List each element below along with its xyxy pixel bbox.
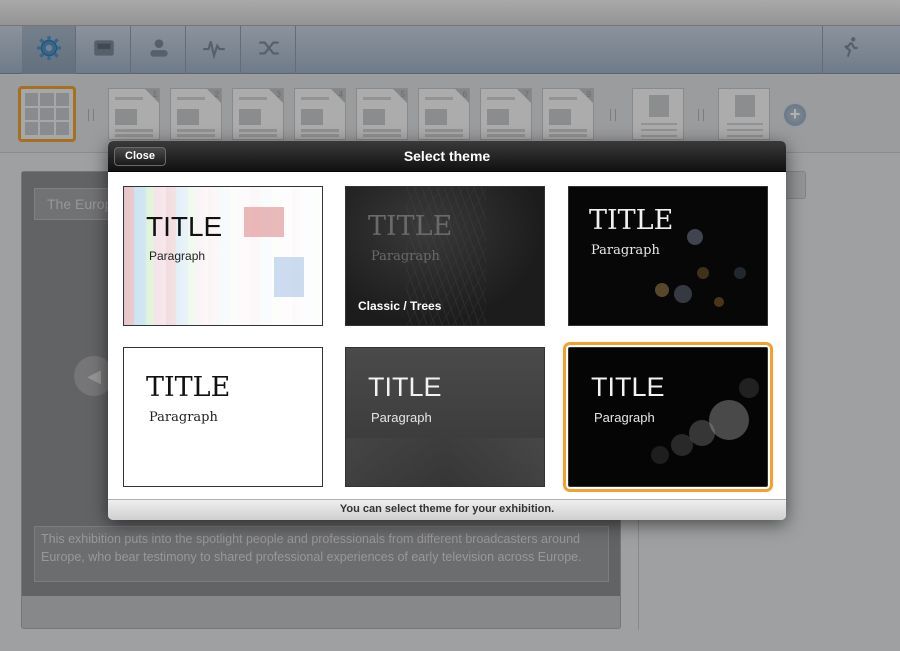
select-theme-dialog: Close Select theme TITLE Paragraph TITLE… [108, 141, 786, 520]
theme-option[interactable]: TITLE Paragraph [123, 186, 323, 326]
theme-option-selected[interactable]: TITLE Paragraph [563, 342, 773, 492]
theme-title: TITLE [591, 372, 665, 402]
theme-title: TITLE [368, 372, 442, 402]
theme-title: TITLE [146, 372, 231, 403]
theme-paragraph: Paragraph [149, 249, 206, 263]
theme-paragraph: Paragraph [371, 410, 432, 425]
theme-option[interactable]: TITLE Paragraph [568, 186, 768, 326]
theme-title: TITLE [368, 211, 453, 242]
theme-caption: Classic / Trees [358, 299, 442, 313]
theme-option[interactable]: TITLE Paragraph [345, 347, 545, 487]
theme-paragraph: Paragraph [591, 243, 660, 258]
theme-paragraph: Paragraph [149, 410, 218, 425]
theme-paragraph: Paragraph [594, 410, 655, 425]
theme-title: TITLE [146, 211, 223, 242]
theme-title: TITLE [589, 205, 674, 236]
theme-option[interactable]: TITLE Paragraph [123, 347, 323, 487]
dialog-header: Close Select theme [108, 141, 786, 172]
theme-paragraph: Paragraph [371, 249, 440, 264]
dialog-footer-hint: You can select theme for your exhibition… [108, 499, 786, 520]
dialog-title: Select theme [403, 148, 491, 164]
theme-option[interactable]: TITLE Paragraph Classic / Trees [345, 186, 545, 326]
